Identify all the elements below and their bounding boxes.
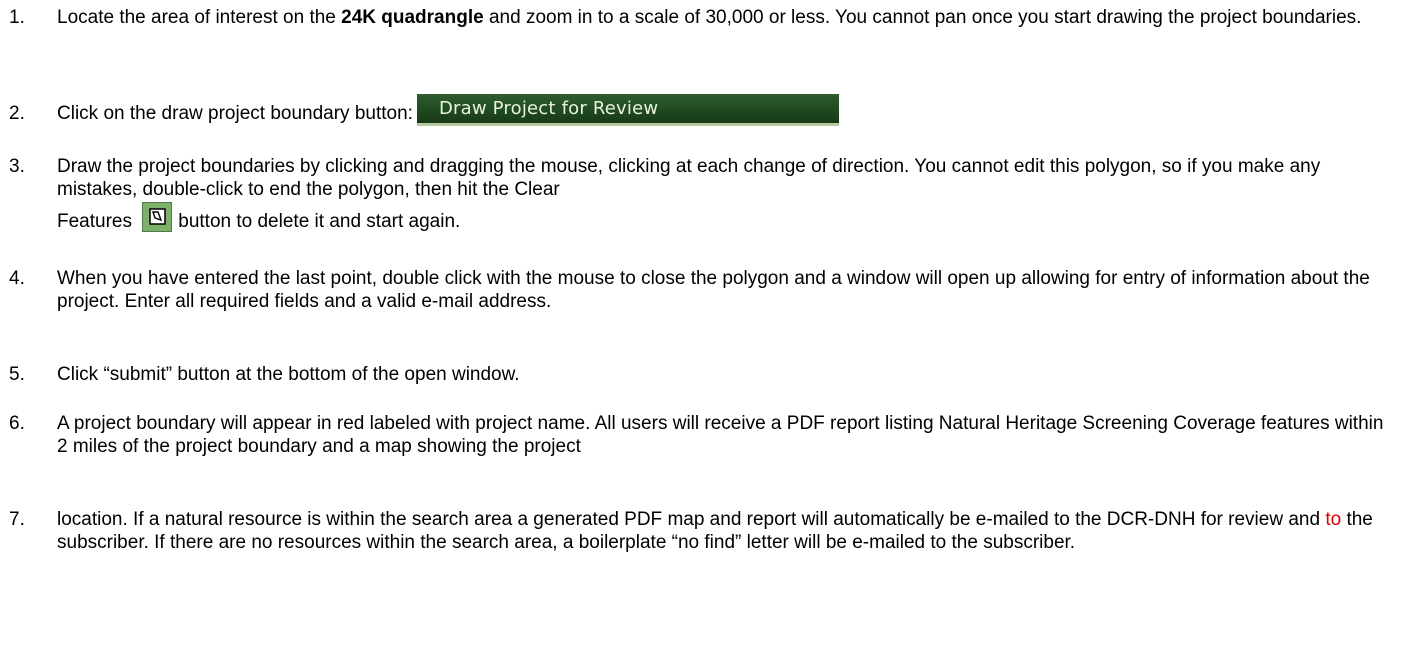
step-number: 2.: [9, 103, 25, 124]
step-text: Locate the area of interest on the 24K q…: [57, 7, 1362, 28]
clear-features-button[interactable]: [142, 201, 173, 232]
step-1: 1. Locate the area of interest on the 24…: [9, 6, 1389, 29]
step-number: 3.: [9, 156, 25, 177]
step-text-continued: Features button to delete it and start a…: [57, 201, 1389, 233]
step-4: 4. When you have entered the last point,…: [9, 267, 1389, 313]
step-number: 7.: [9, 509, 25, 530]
step-text: location. If a natural resource is withi…: [57, 509, 1373, 553]
step-number: 1.: [9, 7, 25, 28]
step-2: 2. Click on the draw project boundary bu…: [9, 94, 1389, 126]
step-number: 4.: [9, 268, 25, 289]
step-6: 6. A project boundary will appear in red…: [9, 412, 1389, 458]
step-text: Click on the draw project boundary butto…: [57, 94, 1389, 126]
step-text: When you have entered the last point, do…: [57, 268, 1370, 312]
step-text: Click “submit” button at the bottom of t…: [57, 364, 520, 385]
step-text: A project boundary will appear in red la…: [57, 413, 1384, 457]
step-5: 5. Click “submit” button at the bottom o…: [9, 363, 1389, 386]
step-number: 6.: [9, 413, 25, 434]
step-3: 3. Draw the project boundaries by clicki…: [9, 155, 1389, 233]
step-text: Draw the project boundaries by clicking …: [57, 156, 1321, 200]
step-7: 7. location. If a natural resource is wi…: [9, 508, 1389, 554]
highlighted-word: to: [1325, 509, 1342, 530]
clear-features-icon: [149, 208, 167, 225]
quadrangle-emphasis: 24K quadrangle: [341, 7, 484, 28]
step-number: 5.: [9, 364, 25, 385]
draw-project-button[interactable]: Draw Project for Review: [416, 94, 839, 126]
